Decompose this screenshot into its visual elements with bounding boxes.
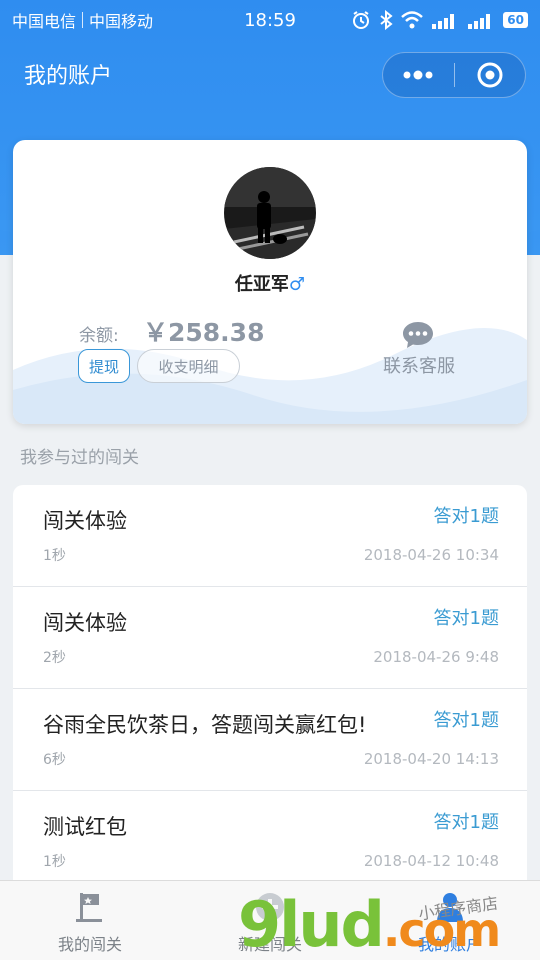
transaction-detail-button[interactable]: 收支明细 xyxy=(137,349,240,383)
withdraw-button[interactable]: 提现 xyxy=(78,349,130,383)
challenge-title: 谷雨全民饮茶日，答题闯关赢红包! xyxy=(43,713,367,737)
challenge-date: 2018-04-26 10:34 xyxy=(363,546,499,564)
challenge-duration: 1秒 xyxy=(43,854,66,870)
more-icon xyxy=(403,70,433,80)
challenge-title: 闯关体验 xyxy=(43,509,127,533)
more-button[interactable] xyxy=(383,53,454,97)
page-title: 我的账户 xyxy=(24,64,113,89)
carrier-2: 中国移动 xyxy=(89,12,154,31)
signal-icon-1 xyxy=(432,14,455,29)
battery-indicator: 60 xyxy=(503,12,528,28)
account-card: 任亚军♂ 余额: ￥258.38 提现 收支明细 联系客服 xyxy=(13,140,527,424)
avatar-image xyxy=(224,167,316,259)
list-item[interactable]: 闯关体验 答对1题 1秒 2018-04-26 10:34 xyxy=(13,485,527,587)
challenge-date: 2018-04-26 9:48 xyxy=(373,648,499,666)
male-icon: ♂ xyxy=(288,274,306,295)
carrier-1: 中国电信 xyxy=(12,12,77,31)
flag-icon xyxy=(76,893,102,922)
contact-support-label[interactable]: 联系客服 xyxy=(383,352,455,378)
challenge-date: 2018-04-12 10:48 xyxy=(363,852,499,870)
challenge-score: 答对1题 xyxy=(433,710,499,731)
alarm-icon xyxy=(353,11,370,29)
challenge-title: 闯关体验 xyxy=(43,611,127,635)
section-title: 我参与过的闯关 xyxy=(20,448,139,468)
miniprogram-capsule xyxy=(382,52,526,98)
tab-bar: 我的闯关 新建闯关 我的账户 xyxy=(0,880,540,960)
challenge-score: 答对1题 xyxy=(433,608,499,629)
challenge-duration: 1秒 xyxy=(43,548,66,564)
challenge-score: 答对1题 xyxy=(433,812,499,833)
list-item[interactable]: 测试红包 答对1题 1秒 2018-04-12 10:48 xyxy=(13,791,527,893)
status-bar: 中国电信 中国移动 18:59 60 xyxy=(0,0,540,40)
challenge-score: 答对1题 xyxy=(433,506,499,527)
bluetooth-icon xyxy=(380,10,393,30)
tab-my-challenges[interactable]: 我的闯关 xyxy=(0,881,180,960)
balance-value: ￥258.38 xyxy=(143,318,265,347)
user-icon xyxy=(437,893,463,922)
tab-label: 我的闯关 xyxy=(57,935,122,954)
challenge-duration: 6秒 xyxy=(43,752,66,768)
challenge-date: 2018-04-20 14:13 xyxy=(363,750,499,768)
close-circle-icon xyxy=(477,62,503,88)
username: 任亚军♂ xyxy=(13,270,527,296)
challenge-list: 闯关体验 答对1题 1秒 2018-04-26 10:34 闯关体验 答对1题 … xyxy=(13,485,527,893)
avatar[interactable] xyxy=(224,167,316,259)
challenge-duration: 2秒 xyxy=(43,650,66,666)
list-item[interactable]: 闯关体验 答对1题 2秒 2018-04-26 9:48 xyxy=(13,587,527,689)
tab-label: 我的账户 xyxy=(417,935,482,954)
add-icon xyxy=(256,893,284,921)
tab-label: 新建闯关 xyxy=(237,935,302,954)
tab-my-account[interactable]: 我的账户 xyxy=(360,881,540,960)
tab-new-challenge[interactable]: 新建闯关 xyxy=(180,881,360,960)
balance-label: 余额: xyxy=(79,326,119,346)
wifi-icon xyxy=(401,11,424,29)
list-item[interactable]: 谷雨全民饮茶日，答题闯关赢红包! 答对1题 6秒 2018-04-20 14:1… xyxy=(13,689,527,791)
close-button[interactable] xyxy=(455,53,526,97)
chat-icon[interactable] xyxy=(401,320,435,350)
carrier-divider xyxy=(82,12,84,28)
signal-icon-2 xyxy=(468,14,491,29)
challenge-title: 测试红包 xyxy=(43,815,127,839)
username-text: 任亚军 xyxy=(234,274,289,295)
